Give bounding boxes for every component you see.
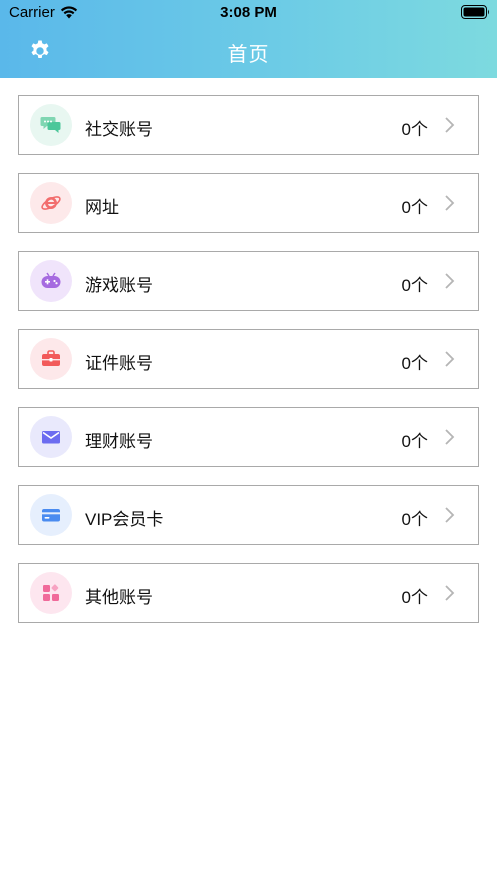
category-label: 社交账号: [85, 120, 153, 139]
category-label: VIP会员卡: [85, 510, 164, 529]
chevron-right-icon: [445, 195, 455, 211]
top-header: Carrier 3:08 PM 首页: [0, 0, 497, 78]
game-controller-icon: [41, 272, 61, 288]
icon-badge: [30, 572, 72, 614]
battery-icon: [461, 5, 489, 19]
internet-explorer-icon: [41, 196, 61, 210]
category-games[interactable]: 游戏账号 0个: [18, 251, 479, 311]
category-count: 0个: [401, 432, 428, 451]
category-count: 0个: [401, 588, 428, 607]
status-bar: Carrier 3:08 PM: [0, 0, 497, 26]
category-social[interactable]: 社交账号 0个: [18, 95, 479, 155]
category-count: 0个: [401, 198, 428, 217]
status-time: 3:08 PM: [220, 4, 277, 21]
icon-badge: [30, 260, 72, 302]
chevron-right-icon: [445, 585, 455, 601]
category-label: 游戏账号: [85, 276, 153, 295]
category-count: 0个: [401, 354, 428, 373]
chevron-right-icon: [445, 429, 455, 445]
briefcase-icon: [42, 350, 60, 366]
category-vip-cards[interactable]: VIP会员卡 0个: [18, 485, 479, 545]
chevron-right-icon: [445, 351, 455, 367]
icon-badge: [30, 338, 72, 380]
icon-badge: [30, 182, 72, 224]
chevron-right-icon: [445, 273, 455, 289]
category-label: 其他账号: [85, 588, 153, 607]
page-title: 首页: [227, 44, 270, 66]
apps-grid-icon: [43, 584, 59, 601]
category-other[interactable]: 其他账号 0个: [18, 563, 479, 623]
chevron-right-icon: [445, 507, 455, 523]
chat-bubbles-icon: [40, 117, 61, 133]
category-documents[interactable]: 证件账号 0个: [18, 329, 479, 389]
category-websites[interactable]: 网址 0个: [18, 173, 479, 233]
category-count: 0个: [401, 276, 428, 295]
category-list: 社交账号 0个 网址 0个 游戏账号 0个 证件账号 0个 理财账号 0个 VI…: [18, 95, 479, 641]
category-label: 理财账号: [85, 432, 153, 451]
category-count: 0个: [401, 120, 428, 139]
icon-badge: [30, 416, 72, 458]
icon-badge: [30, 494, 72, 536]
category-finance[interactable]: 理财账号 0个: [18, 407, 479, 467]
chevron-right-icon: [445, 117, 455, 133]
category-label: 证件账号: [85, 354, 153, 373]
credit-card-icon: [42, 509, 60, 522]
envelope-icon: [42, 431, 60, 444]
category-label: 网址: [85, 198, 119, 217]
category-count: 0个: [401, 510, 428, 529]
icon-badge: [30, 104, 72, 146]
